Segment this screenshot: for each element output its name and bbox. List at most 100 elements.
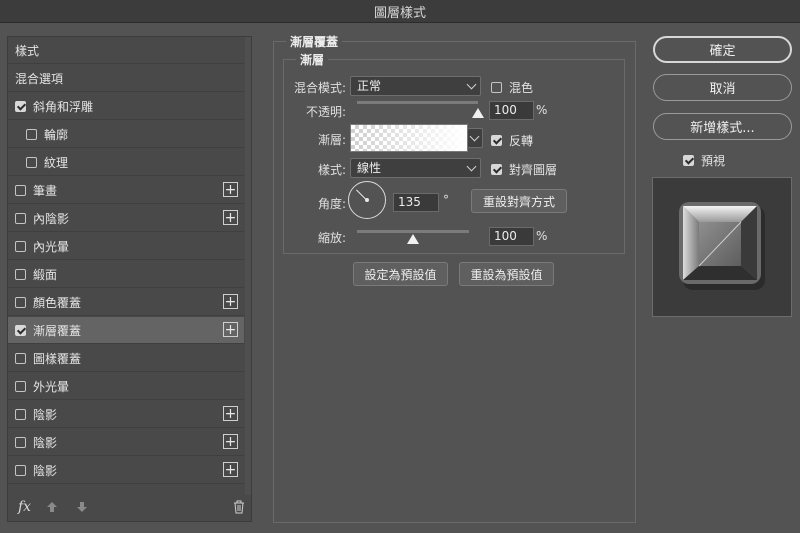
dither-checkbox[interactable]: 混色 [491,79,533,96]
style-item-checkbox[interactable] [15,184,26,196]
styles-list: 樣式混合選項斜角和浮雕輪廓紋理筆畫 + 內陰影 + 內光暈緞面 顏色覆蓋 + 漸層覆蓋 + 圖樣覆… [7,36,252,522]
add-style-instance-icon[interactable]: + [223,406,238,421]
opacity-slider-thumb[interactable] [472,108,484,118]
scale-percent: % [536,229,548,243]
style-item[interactable]: 輪廓 [8,121,244,148]
style-preview [652,177,792,317]
add-style-instance-icon[interactable]: + [223,294,238,309]
gradient-style-select[interactable]: 線性 [350,158,481,178]
gradient-subgroup-title: 漸層 [296,51,329,68]
angle-dial[interactable] [348,181,386,219]
trash-icon[interactable] [233,500,245,514]
add-style-instance-icon[interactable]: + [223,434,238,449]
add-style-instance-icon[interactable]: + [223,182,238,197]
dither-label: 混色 [509,81,534,95]
style-item-checkbox[interactable] [15,380,26,392]
style-item-label: 內光暈 [33,239,70,254]
style-item-checkbox[interactable] [15,408,26,420]
reverse-checkbox-box[interactable] [491,135,502,146]
bevel-preview-image [679,202,765,290]
blend-mode-select[interactable]: 正常 [350,76,481,96]
opacity-input[interactable]: 100 [489,101,534,120]
align-layer-label: 對齊圖層 [509,163,558,177]
style-item[interactable]: 斜角和浮雕 [8,93,244,120]
style-item-checkbox[interactable] [15,212,26,224]
angle-dial-center [365,198,369,202]
chevron-down-icon [466,161,477,172]
preview-label: 預視 [701,154,726,168]
align-layer-checkbox-box[interactable] [491,164,502,175]
make-default-button[interactable]: 設定為預設值 [353,262,448,286]
cancel-button[interactable]: 取消 [653,74,792,101]
style-item-checkbox[interactable] [26,156,37,168]
add-style-instance-icon[interactable]: + [223,210,238,225]
style-item[interactable]: 顏色覆蓋 + [8,289,244,316]
add-style-instance-icon[interactable]: + [223,462,238,477]
styles-list-scrollbar[interactable] [245,37,251,495]
style-item-checkbox[interactable] [15,436,26,448]
style-item[interactable]: 紋理 [8,149,244,176]
style-item[interactable]: 漸層覆蓋 + [8,317,244,344]
style-item-label: 筆畫 [33,183,58,198]
style-item-label: 外光暈 [33,379,70,394]
angle-degree-sign: ° [443,193,449,207]
gradient-preview[interactable] [350,124,468,152]
angle-input[interactable]: 135 [393,193,439,212]
blend-mode-label: 混合模式: [293,81,346,95]
fx-icon[interactable]: fx [18,499,31,515]
scale-slider-thumb[interactable] [407,234,419,244]
style-item[interactable]: 陰影 + [8,429,244,456]
reset-default-button[interactable]: 重設為預設值 [459,262,554,286]
style-item[interactable]: 內光暈 [8,233,244,260]
scale-input[interactable]: 100 [489,227,534,246]
style-item[interactable]: 外光暈 [8,373,244,400]
opacity-percent: % [536,103,548,117]
gradient-style-value: 線性 [357,161,382,175]
style-item-checkbox[interactable] [15,296,26,308]
gradient-overlay-title: 漸層覆蓋 [286,33,343,50]
style-item[interactable]: 混合選項 [8,65,244,92]
style-item-checkbox[interactable] [15,100,26,112]
style-item-label: 斜角和浮雕 [33,99,94,114]
style-item-label: 內陰影 [33,211,70,226]
style-item-checkbox[interactable] [15,240,26,252]
reverse-label: 反轉 [509,134,534,148]
style-item[interactable]: 樣式 [8,37,244,64]
scale-slider-track[interactable] [357,230,469,233]
ok-button[interactable]: 確定 [653,36,792,63]
gradient-dropdown[interactable] [468,128,483,148]
style-item[interactable]: 筆畫 + [8,177,244,204]
style-item[interactable]: 內陰影 + [8,205,244,232]
dither-checkbox-box[interactable] [491,82,502,93]
align-layer-checkbox[interactable]: 對齊圖層 [491,161,557,178]
style-item-checkbox[interactable] [15,352,26,364]
reverse-checkbox[interactable]: 反轉 [491,132,533,149]
move-down-icon[interactable] [76,501,88,517]
style-item[interactable]: 緞面 [8,261,244,288]
style-item-label: 混合選項 [15,71,64,86]
add-style-instance-icon[interactable]: + [223,322,238,337]
blend-mode-value: 正常 [357,79,382,93]
preview-checkbox-box[interactable] [683,155,694,166]
style-item-checkbox[interactable] [15,324,26,336]
style-item[interactable]: 陰影 + [8,457,244,484]
style-item-checkbox[interactable] [15,464,26,476]
style-item[interactable]: 圖樣覆蓋 [8,345,244,372]
opacity-slider-track[interactable] [357,101,478,104]
reset-alignment-button[interactable]: 重設對齊方式 [471,189,567,213]
style-item-label: 陰影 [33,435,58,450]
move-up-icon[interactable] [46,501,58,517]
preview-checkbox[interactable]: 預視 [683,152,725,169]
window-titlebar: 圖層樣式 [0,0,800,23]
style-item-label: 樣式 [15,43,40,58]
new-style-button[interactable]: 新增樣式... [653,113,792,140]
style-item-checkbox[interactable] [26,128,37,140]
style-item-label: 陰影 [33,407,58,422]
style-item-checkbox[interactable] [15,268,26,280]
style-item[interactable]: 陰影 + [8,401,244,428]
gradient-label: 漸層: [317,133,346,147]
scale-label: 縮放: [317,231,346,245]
window-title: 圖層樣式 [373,5,426,21]
chevron-down-icon [466,79,477,90]
style-item-label: 輪廓 [44,127,69,142]
